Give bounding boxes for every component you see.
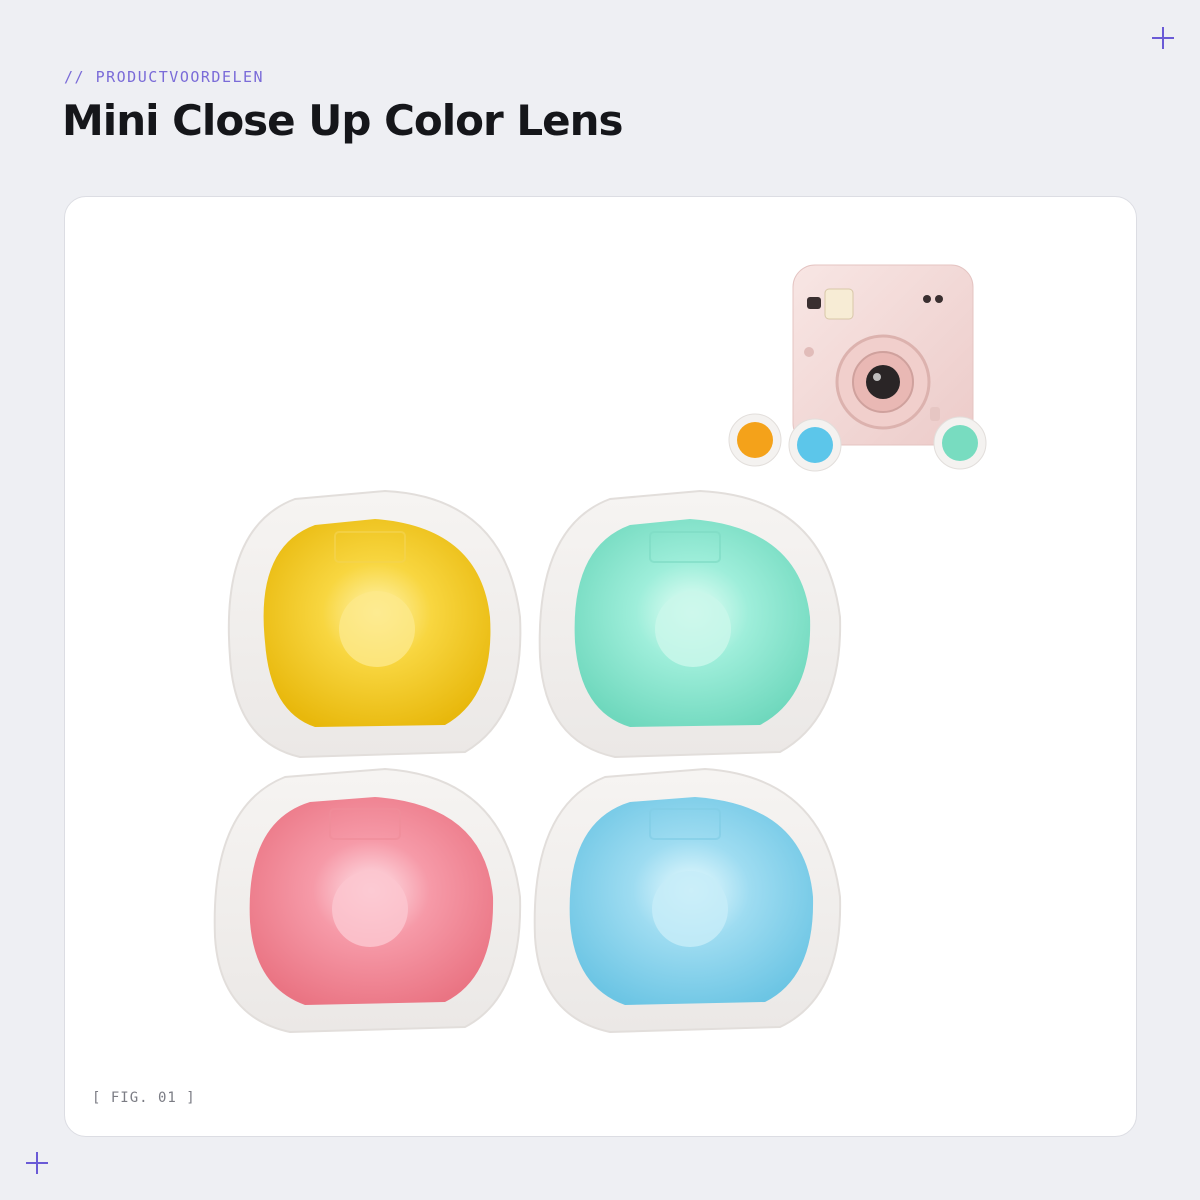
section-eyebrow: // PRODUCTVOORDELEN bbox=[64, 68, 265, 86]
product-photo bbox=[213, 264, 987, 1034]
lens-mint bbox=[538, 489, 842, 759]
plus-icon bbox=[1152, 27, 1174, 49]
lens-blue bbox=[533, 767, 842, 1034]
page-title: Mini Close Up Color Lens bbox=[62, 96, 623, 145]
camera-inset bbox=[728, 264, 987, 472]
lens-pink bbox=[213, 767, 522, 1034]
product-image-card: [ FIG. 01 ] bbox=[64, 196, 1137, 1137]
lens-yellow bbox=[227, 489, 522, 759]
plus-icon bbox=[26, 1152, 48, 1174]
figure-caption: [ FIG. 01 ] bbox=[92, 1090, 196, 1106]
